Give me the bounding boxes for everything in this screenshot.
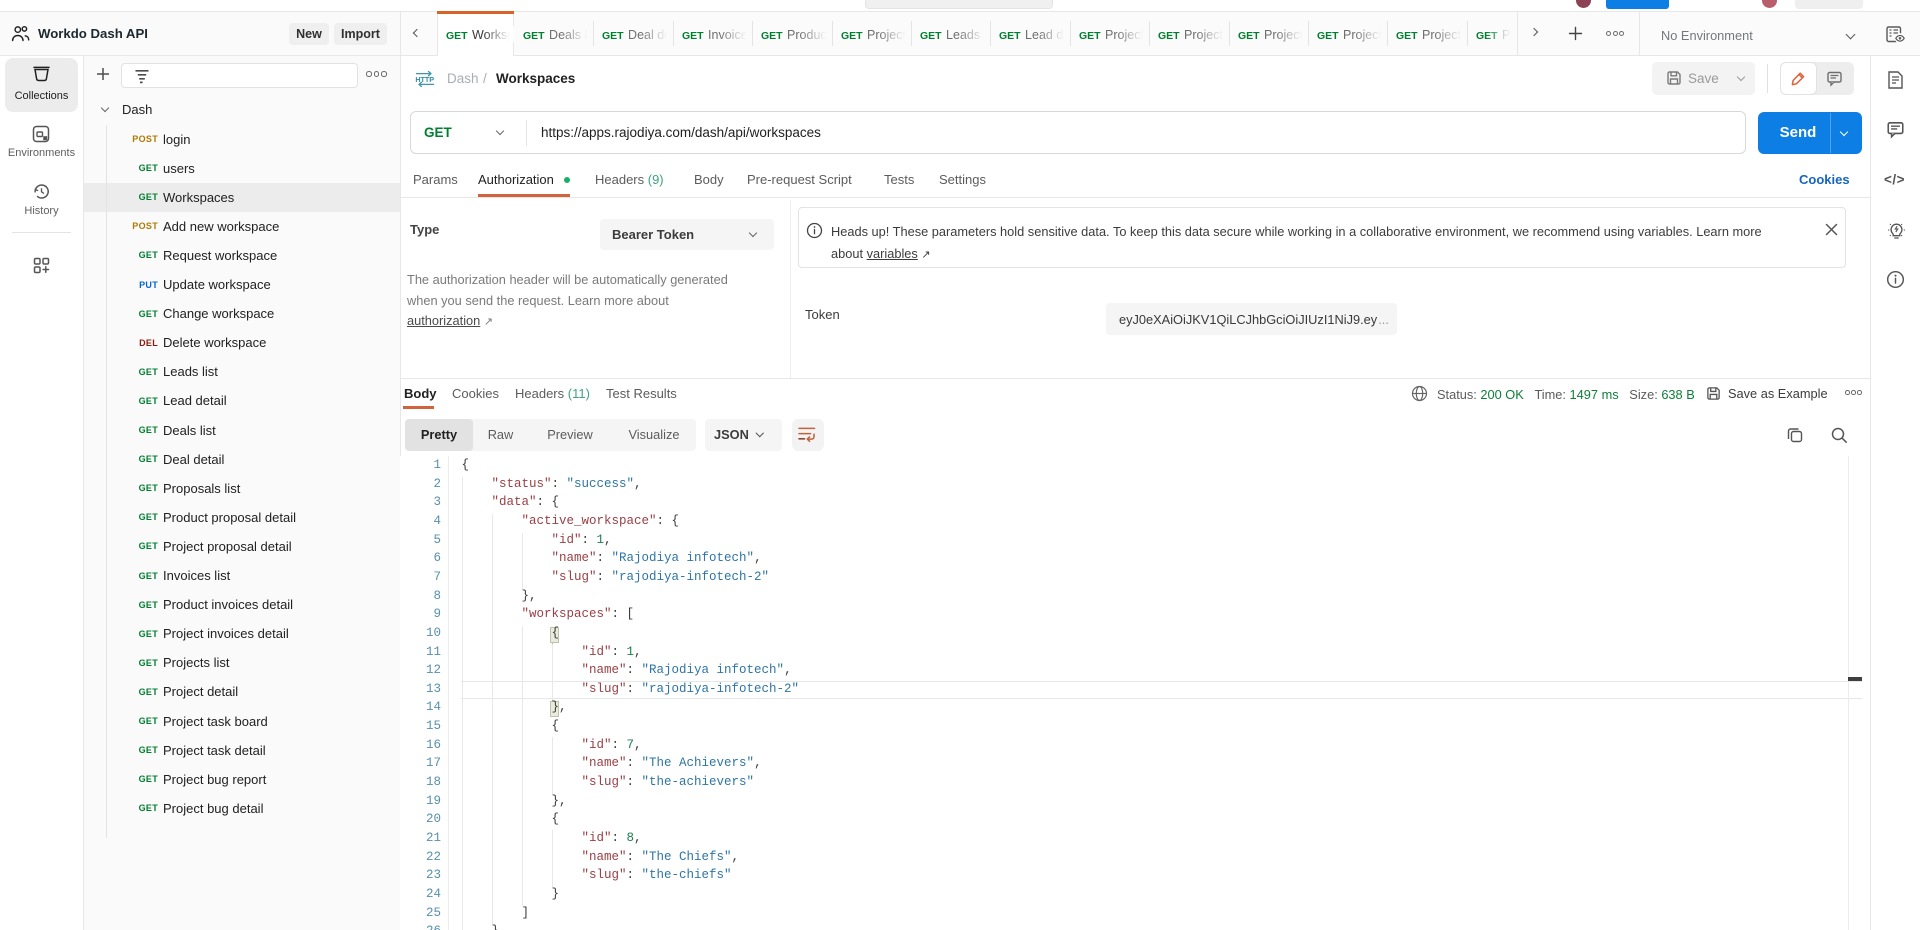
svg-text:HTTP: HTTP — [415, 75, 434, 84]
